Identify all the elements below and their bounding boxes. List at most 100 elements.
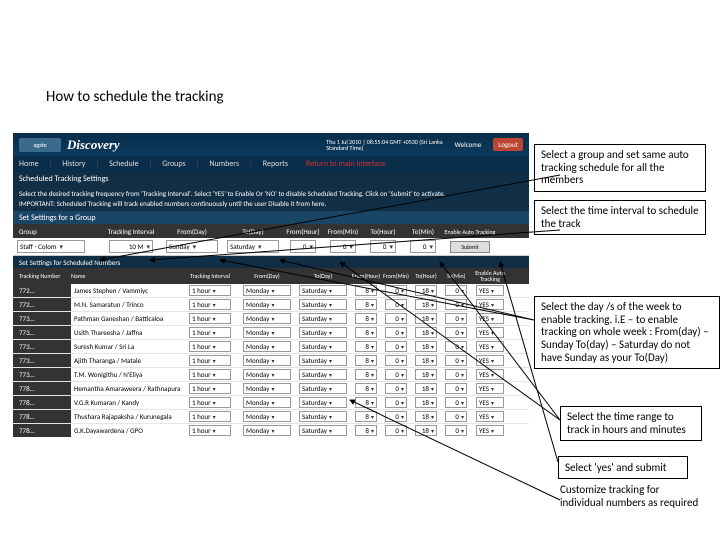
to-hour-select[interactable]: 0 [370, 240, 396, 253]
row-to-day-select[interactable]: Saturday [299, 383, 347, 394]
row-to-hour-select[interactable]: 18 [415, 327, 437, 338]
row-interval-select[interactable]: 1 hour [189, 411, 231, 422]
row-to-hour-select[interactable]: 18 [415, 411, 437, 422]
row-from-day-select[interactable]: Monday [243, 425, 291, 436]
row-to-min-select[interactable]: 0 [445, 383, 467, 394]
row-enable-select[interactable]: YES [476, 313, 504, 324]
from-min-select[interactable]: 0 [330, 240, 356, 253]
row-enable-select[interactable]: YES [476, 425, 504, 436]
row-to-min-select[interactable]: 0 [445, 299, 467, 310]
row-from-hour-select[interactable]: 8 [355, 397, 377, 408]
row-from-day-select[interactable]: Monday [243, 383, 291, 394]
row-to-hour-select[interactable]: 18 [415, 397, 437, 408]
nav-groups[interactable]: Groups [162, 159, 185, 169]
submit-button[interactable]: Submit [450, 241, 490, 253]
row-from-min-select[interactable]: 0 [385, 383, 407, 394]
row-to-hour-select[interactable]: 18 [415, 425, 437, 436]
row-from-hour-select[interactable]: 8 [355, 425, 377, 436]
nav-home[interactable]: Home [19, 159, 39, 169]
row-interval-select[interactable]: 1 hour [189, 299, 231, 310]
row-from-min-select[interactable]: 0 [385, 285, 407, 296]
row-from-min-select[interactable]: 0 [385, 341, 407, 352]
row-to-hour-select[interactable]: 18 [415, 369, 437, 380]
row-to-hour-select[interactable]: 18 [415, 313, 437, 324]
nav-schedule[interactable]: Schedule [109, 159, 138, 169]
row-to-min-select[interactable]: 0 [445, 411, 467, 422]
row-from-min-select[interactable]: 0 [385, 369, 407, 380]
row-from-day-select[interactable]: Monday [243, 369, 291, 380]
row-to-hour-select[interactable]: 18 [415, 341, 437, 352]
row-to-day-select[interactable]: Saturday [299, 341, 347, 352]
row-to-day-select[interactable]: Saturday [299, 299, 347, 310]
row-interval-select[interactable]: 1 hour [189, 313, 231, 324]
row-from-day-select[interactable]: Monday [243, 411, 291, 422]
row-interval-select[interactable]: 1 hour [189, 355, 231, 366]
row-from-min-select[interactable]: 0 [385, 355, 407, 366]
row-interval-select[interactable]: 1 hour [189, 397, 231, 408]
row-to-min-select[interactable]: 0 [445, 313, 467, 324]
row-from-hour-select[interactable]: 8 [355, 369, 377, 380]
row-from-day-select[interactable]: Monday [243, 327, 291, 338]
row-enable-select[interactable]: YES [476, 397, 504, 408]
nav-reports[interactable]: Reports [263, 159, 288, 169]
row-enable-select[interactable]: YES [476, 341, 504, 352]
row-enable-select[interactable]: YES [476, 411, 504, 422]
to-min-select[interactable]: 0 [410, 240, 436, 253]
row-from-min-select[interactable]: 0 [385, 327, 407, 338]
row-to-min-select[interactable]: 0 [445, 369, 467, 380]
row-to-day-select[interactable]: Saturday [299, 355, 347, 366]
to-day-select[interactable]: Saturday [227, 240, 279, 253]
row-from-day-select[interactable]: Monday [243, 355, 291, 366]
nav-history[interactable]: History [62, 159, 85, 169]
row-to-hour-select[interactable]: 18 [415, 299, 437, 310]
row-to-min-select[interactable]: 0 [445, 341, 467, 352]
row-to-hour-select[interactable]: 18 [415, 383, 437, 394]
logout-button[interactable]: Logout [493, 138, 523, 151]
row-to-day-select[interactable]: Saturday [299, 397, 347, 408]
row-to-day-select[interactable]: Saturday [299, 313, 347, 324]
row-enable-select[interactable]: YES [476, 327, 504, 338]
row-interval-select[interactable]: 1 hour [189, 341, 231, 352]
row-to-day-select[interactable]: Saturday [299, 369, 347, 380]
row-from-hour-select[interactable]: 8 [355, 285, 377, 296]
row-to-day-select[interactable]: Saturday [299, 411, 347, 422]
row-from-hour-select[interactable]: 8 [355, 341, 377, 352]
row-to-day-select[interactable]: Saturday [299, 425, 347, 436]
row-from-hour-select[interactable]: 8 [355, 313, 377, 324]
row-from-min-select[interactable]: 0 [385, 425, 407, 436]
row-from-min-select[interactable]: 0 [385, 397, 407, 408]
from-hour-select[interactable]: 0 [290, 240, 316, 253]
row-enable-select[interactable]: YES [476, 299, 504, 310]
row-from-day-select[interactable]: Monday [243, 397, 291, 408]
return-link[interactable]: Return to main interface [306, 159, 385, 169]
row-from-day-select[interactable]: Monday [243, 341, 291, 352]
row-to-min-select[interactable]: 0 [445, 355, 467, 366]
row-from-min-select[interactable]: 0 [385, 313, 407, 324]
row-from-hour-select[interactable]: 8 [355, 411, 377, 422]
group-select[interactable]: Staff - Colom [17, 240, 85, 253]
row-to-min-select[interactable]: 0 [445, 397, 467, 408]
row-to-day-select[interactable]: Saturday [299, 285, 347, 296]
row-enable-select[interactable]: YES [476, 369, 504, 380]
row-from-day-select[interactable]: Monday [243, 313, 291, 324]
row-from-hour-select[interactable]: 8 [355, 299, 377, 310]
row-from-day-select[interactable]: Monday [243, 285, 291, 296]
row-interval-select[interactable]: 1 hour [189, 425, 231, 436]
row-from-hour-select[interactable]: 8 [355, 355, 377, 366]
row-from-hour-select[interactable]: 8 [355, 327, 377, 338]
row-to-min-select[interactable]: 0 [445, 327, 467, 338]
row-interval-select[interactable]: 1 hour [189, 369, 231, 380]
row-enable-select[interactable]: YES [476, 383, 504, 394]
row-to-min-select[interactable]: 0 [445, 285, 467, 296]
row-to-min-select[interactable]: 0 [445, 425, 467, 436]
interval-select[interactable]: 10 M [109, 240, 153, 253]
row-interval-select[interactable]: 1 hour [189, 383, 231, 394]
row-from-hour-select[interactable]: 8 [355, 383, 377, 394]
row-to-hour-select[interactable]: 18 [415, 285, 437, 296]
from-day-select[interactable]: Sunday [166, 240, 218, 253]
row-interval-select[interactable]: 1 hour [189, 327, 231, 338]
row-interval-select[interactable]: 1 hour [189, 285, 231, 296]
row-to-hour-select[interactable]: 18 [415, 355, 437, 366]
row-from-min-select[interactable]: 0 [385, 411, 407, 422]
row-enable-select[interactable]: YES [476, 355, 504, 366]
